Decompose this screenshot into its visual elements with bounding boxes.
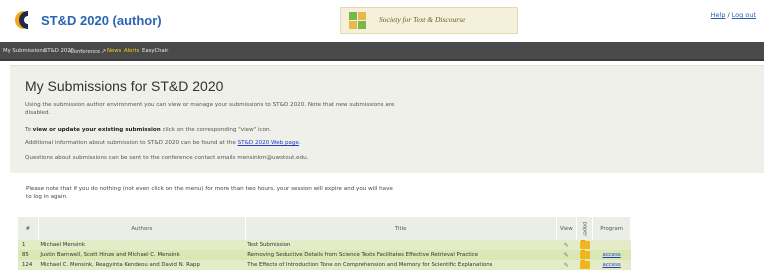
view-pencil-icon[interactable]: ✎: [564, 252, 569, 259]
submission-authors: Michael Mensink: [38, 240, 246, 250]
intro-line-1: Using the submission author environment …: [25, 102, 395, 108]
menu-item-conference[interactable]: Conference↗: [70, 48, 106, 55]
view-cell: ✎: [556, 240, 577, 250]
additional-info-post: .: [298, 140, 301, 146]
conference-web-page-link[interactable]: ST&D 2020 Web page: [238, 140, 299, 146]
conference-title: ST&D 2020 (author): [41, 13, 162, 28]
view-instr-pre: To: [25, 127, 33, 133]
easychair-logo-icon: [15, 11, 28, 29]
submission-title: Test Submission: [245, 240, 557, 250]
menu-item-my-submissions[interactable]: My Submissions: [3, 48, 45, 54]
program-access-link[interactable]: access: [603, 262, 621, 268]
paper-cell: [576, 260, 593, 270]
col-header-paper-label: paper: [581, 221, 588, 236]
society-text: Society for Text & Discourse: [379, 15, 466, 24]
menu-item-alerts[interactable]: Alerts: [124, 48, 139, 54]
questions-contact: Questions about submissions can be sent …: [25, 155, 309, 161]
external-link-icon: ↗: [101, 48, 107, 55]
logout-link[interactable]: Log out: [732, 11, 756, 19]
col-header-authors: Authors: [38, 217, 246, 240]
society-banner: Society for Text & Discourse: [340, 7, 518, 34]
program-cell: access: [592, 250, 631, 260]
session-note-line-2: to log in again.: [26, 194, 68, 200]
view-pencil-icon[interactable]: ✎: [564, 242, 569, 249]
program-access-link[interactable]: access: [603, 252, 621, 258]
submission-title: Removing Seductive Details from Science …: [245, 250, 557, 260]
submissions-table: # Authors Title View paper Program 1 Mic…: [18, 217, 631, 270]
additional-info-pre: Additional information about submission …: [25, 140, 238, 146]
session-note: Please note that if you do nothing (not …: [26, 185, 393, 201]
menu-item-easychair[interactable]: EasyChair: [142, 48, 168, 54]
menu-item-news[interactable]: News: [107, 48, 121, 54]
submission-authors: Michael C. Mensink, Reagyinta Kendeou an…: [38, 260, 246, 270]
paper-folder-icon[interactable]: [579, 260, 590, 269]
help-link[interactable]: Help: [711, 11, 726, 19]
intro-line-2: disabled.: [25, 110, 51, 116]
paper-folder-icon[interactable]: [579, 240, 590, 249]
page-title: My Submissions for ST&D 2020: [25, 78, 224, 94]
main-panel: My Submissions for ST&D 2020 Using the s…: [10, 65, 764, 173]
view-instructions: To view or update your existing submissi…: [25, 126, 271, 134]
program-cell: access: [592, 260, 631, 270]
additional-info: Additional information about submission …: [25, 139, 301, 147]
paper-folder-icon[interactable]: [579, 250, 590, 259]
table-header-row: # Authors Title View paper Program: [18, 217, 631, 240]
page-header: ST&D 2020 (author) Society for Text & Di…: [0, 0, 764, 42]
top-links: Help / Log out: [711, 11, 756, 19]
submission-number: 85: [18, 250, 39, 260]
col-header-view: View: [556, 217, 577, 240]
submission-title: The Effects of Introduction Tone on Comp…: [245, 260, 557, 270]
table-row: 85 Justin Barnwell, Scott Hinze and Mich…: [18, 250, 631, 260]
view-cell: ✎: [556, 250, 577, 260]
col-header-number: #: [18, 217, 39, 240]
view-instr-bold: view or update your existing submission: [32, 127, 161, 133]
submission-authors: Justin Barnwell, Scott Hinze and Michael…: [38, 250, 246, 260]
col-header-title: Title: [245, 217, 557, 240]
table-row: 124 Michael C. Mensink, Reagyinta Kendeo…: [18, 260, 631, 270]
program-cell: [592, 240, 631, 250]
submission-number: 1: [18, 240, 39, 250]
menu-item-conference-label: Conference: [70, 49, 101, 55]
submission-number: 124: [18, 260, 39, 270]
paper-cell: [576, 250, 593, 260]
menu-bar: My Submissions ST&D 2020 Conference↗ New…: [0, 42, 764, 61]
society-logo-icon: [349, 12, 366, 29]
paper-cell: [576, 240, 593, 250]
col-header-program: Program: [592, 217, 631, 240]
view-pencil-icon[interactable]: ✎: [564, 262, 569, 269]
col-header-paper: paper: [576, 217, 594, 240]
view-instr-post: click on the corresponding "view" icon.: [160, 127, 272, 133]
table-row: 1 Michael Mensink Test Submission ✎: [18, 240, 631, 250]
view-cell: ✎: [556, 260, 577, 270]
session-note-line-1: Please note that if you do nothing (not …: [26, 186, 393, 192]
